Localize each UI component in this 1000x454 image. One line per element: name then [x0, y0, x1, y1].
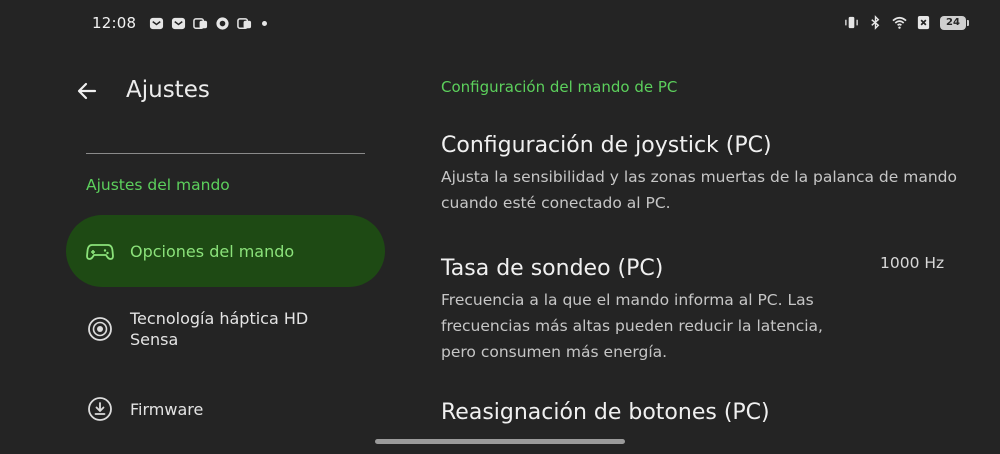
setting-joystick-config[interactable]: Configuración de joystick (PC) Ajusta la…: [441, 132, 981, 216]
more-notifications-dot: [262, 20, 268, 26]
app-badge-icon: [237, 16, 252, 31]
back-button[interactable]: [72, 76, 102, 106]
sidebar-item-label: Firmware: [130, 399, 204, 419]
messenger-icon: [215, 16, 230, 31]
header-divider: [86, 153, 365, 154]
no-sim-icon: [916, 15, 931, 30]
sidebar-item-label: Tecnología háptica HD Sensa: [130, 309, 309, 349]
home-indicator[interactable]: [375, 439, 625, 444]
sidebar-section-label: Ajustes del mando: [86, 176, 230, 194]
mail-icon: [149, 16, 164, 31]
download-icon: [86, 395, 114, 423]
status-time: 12:08: [92, 14, 137, 32]
polling-rate-value: 1000 Hz: [880, 254, 945, 272]
battery-indicator: 24: [940, 15, 969, 30]
status-bar-left: 12:08: [92, 14, 268, 32]
setting-title: Configuración de joystick (PC): [441, 133, 772, 158]
haptic-icon: [86, 315, 114, 343]
setting-description: Frecuencia a la que el mando informa al …: [441, 291, 823, 361]
gamepad-icon: [86, 237, 114, 265]
main-section-label: Configuración del mando de PC: [441, 78, 678, 96]
setting-button-remap[interactable]: Reasignación de botones (PC): [441, 399, 981, 427]
settings-screen: 12:08 24 Ajustes Ajustes del mando Opcio…: [0, 0, 1000, 454]
sidebar-item-firmware[interactable]: Firmware: [66, 394, 385, 424]
sidebar-item-haptics[interactable]: Tecnología háptica HD Sensa: [66, 306, 385, 352]
app-badge-icon: [193, 16, 208, 31]
status-bar-right: 24: [844, 15, 969, 30]
vibrate-icon: [844, 15, 859, 30]
arrow-left-icon: [77, 82, 97, 100]
setting-description: Ajusta la sensibilidad y las zonas muert…: [441, 168, 957, 212]
mail-icon: [171, 16, 186, 31]
status-bar: 12:08 24: [0, 0, 1000, 50]
page-title: Ajustes: [126, 77, 210, 103]
sidebar-item-controller-options[interactable]: Opciones del mando: [66, 215, 385, 287]
sidebar-item-label: Opciones del mando: [130, 241, 295, 261]
wifi-icon: [892, 15, 907, 30]
bluetooth-icon: [868, 15, 883, 30]
setting-title: Reasignación de botones (PC): [441, 400, 770, 425]
